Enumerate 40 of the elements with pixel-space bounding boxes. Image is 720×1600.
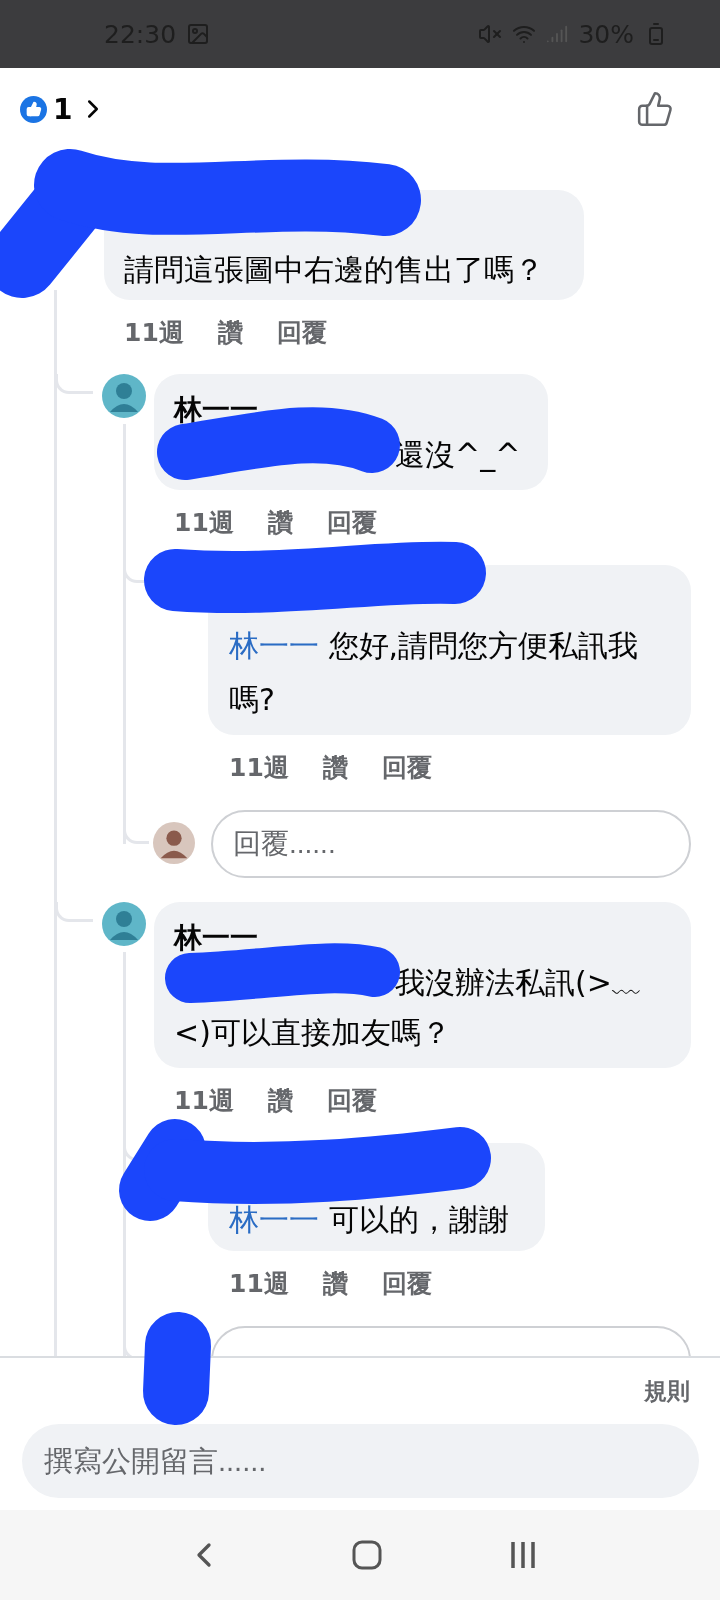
comment-text: 還沒^_^ [395,437,521,472]
reply-button[interactable]: 回覆 [326,505,377,539]
comment-text: 林一一 可以的，謝謝 [229,1201,509,1239]
reply-button[interactable]: 回覆 [276,315,327,349]
image-icon [186,22,211,46]
comment-time: 11週 [174,1084,234,1117]
thread-connector [55,374,93,394]
thumbs-up-icon[interactable] [636,90,674,128]
recent-apps-icon[interactable] [510,1540,537,1570]
comment-author[interactable]: 林一一 [174,918,663,958]
mute-icon [478,22,503,46]
comment-text: 請問這張圖中右邊的售出了嗎？ [124,252,544,288]
signal-icon [546,23,569,45]
reply-field[interactable]: 回覆...... [211,810,691,878]
thread-connector [55,902,93,922]
like-button[interactable]: 讚 [322,1266,348,1300]
like-button[interactable]: 讚 [217,315,243,349]
reply-button[interactable]: 回覆 [326,1083,377,1117]
reply-button[interactable]: 回覆 [381,750,432,784]
comment-time: 11週 [174,506,234,539]
like-button[interactable]: 讚 [322,750,348,784]
rules-link[interactable]: 規則 [644,1376,690,1424]
comment-text: 我沒辦法私訊(>﹏<)可以直接加友嗎？ [174,965,642,1050]
reply-button[interactable]: 回覆 [381,1266,432,1300]
mention-link[interactable]: 林一一 [229,628,319,663]
mention-link[interactable]: 林一一 [229,1202,319,1237]
like-button[interactable]: 讚 [267,1083,293,1117]
comment-time: 11週 [229,751,289,784]
comment-field[interactable]: 撰寫公開留言...... [22,1424,699,1498]
reaction-count[interactable]: 1 [53,92,73,126]
avatar [102,902,146,946]
like-button[interactable]: 讚 [267,505,293,539]
avatar [153,822,195,864]
comment-time: 11週 [229,1267,289,1300]
comment-author[interactable]: 林一一 [174,390,521,430]
comment-time: 11週 [124,316,184,349]
home-icon[interactable] [351,1539,383,1571]
avatar [102,374,146,418]
comment-text: 林一一 您好,請問您方便私訊我嗎? [229,627,640,719]
like-reaction-icon [20,95,47,123]
